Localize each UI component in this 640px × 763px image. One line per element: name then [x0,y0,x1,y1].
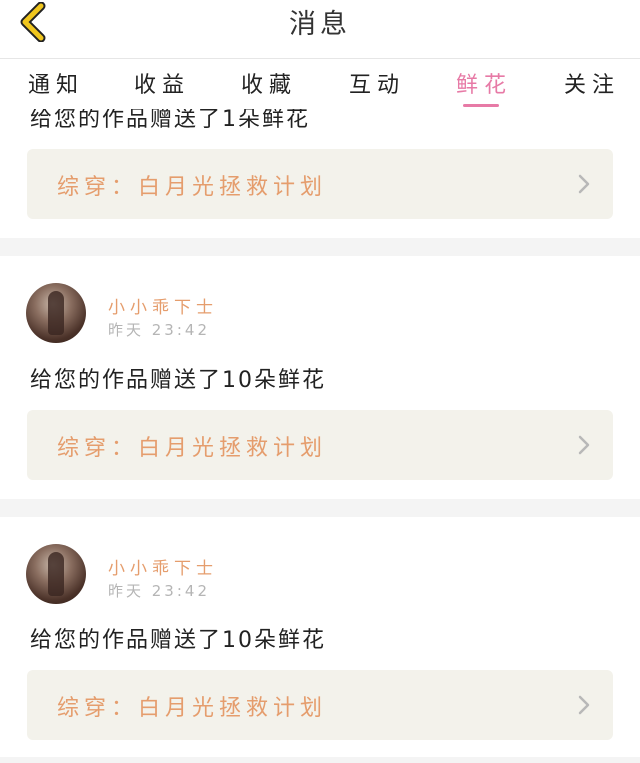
chevron-right-icon [578,435,590,455]
flower-feed[interactable]: 给您的作品赠送了1朵鲜花 综穿：白月光拯救计划 小小乖下士 昨天 23:42 给… [0,109,640,763]
work-link-card[interactable]: 综穿：白月光拯救计划 [27,670,613,740]
gift-message: 给您的作品赠送了10朵鲜花 [30,628,326,653]
tab-earnings[interactable]: 收益 [134,67,190,99]
feed-separator [0,757,640,763]
work-link-card[interactable]: 综穿：白月光拯救计划 [27,149,613,219]
work-title: 综穿：白月光拯救计划 [57,696,328,721]
message-time: 昨天 23:42 [108,582,210,600]
tab-follows[interactable]: 关注 [564,67,620,99]
gift-message: 给您的作品赠送了1朵鲜花 [30,109,310,132]
tab-favorites[interactable]: 收藏 [241,67,297,99]
app-header: 消息 [0,0,640,59]
tab-flowers[interactable]: 鲜花 [456,67,512,99]
feed-separator [0,238,640,256]
work-title: 综穿：白月光拯救计划 [57,436,328,461]
message-time: 昨天 23:42 [108,321,210,339]
feed-separator [0,499,640,517]
chevron-right-icon [578,174,590,194]
active-tab-indicator [463,104,499,107]
sender-username[interactable]: 小小乖下士 [108,554,218,579]
work-link-card[interactable]: 综穿：白月光拯救计划 [27,410,613,480]
chevron-right-icon [578,695,590,715]
page-title: 消息 [289,9,351,40]
tab-interactions[interactable]: 互动 [349,67,405,99]
sender-username[interactable]: 小小乖下士 [108,293,218,318]
avatar[interactable] [26,544,86,604]
tab-bar: 通知 收益 收藏 互动 鲜花 关注 [0,59,640,109]
gift-message: 给您的作品赠送了10朵鲜花 [30,368,326,393]
tab-notifications[interactable]: 通知 [28,67,84,99]
avatar[interactable] [26,283,86,343]
work-title: 综穿：白月光拯救计划 [57,175,328,200]
